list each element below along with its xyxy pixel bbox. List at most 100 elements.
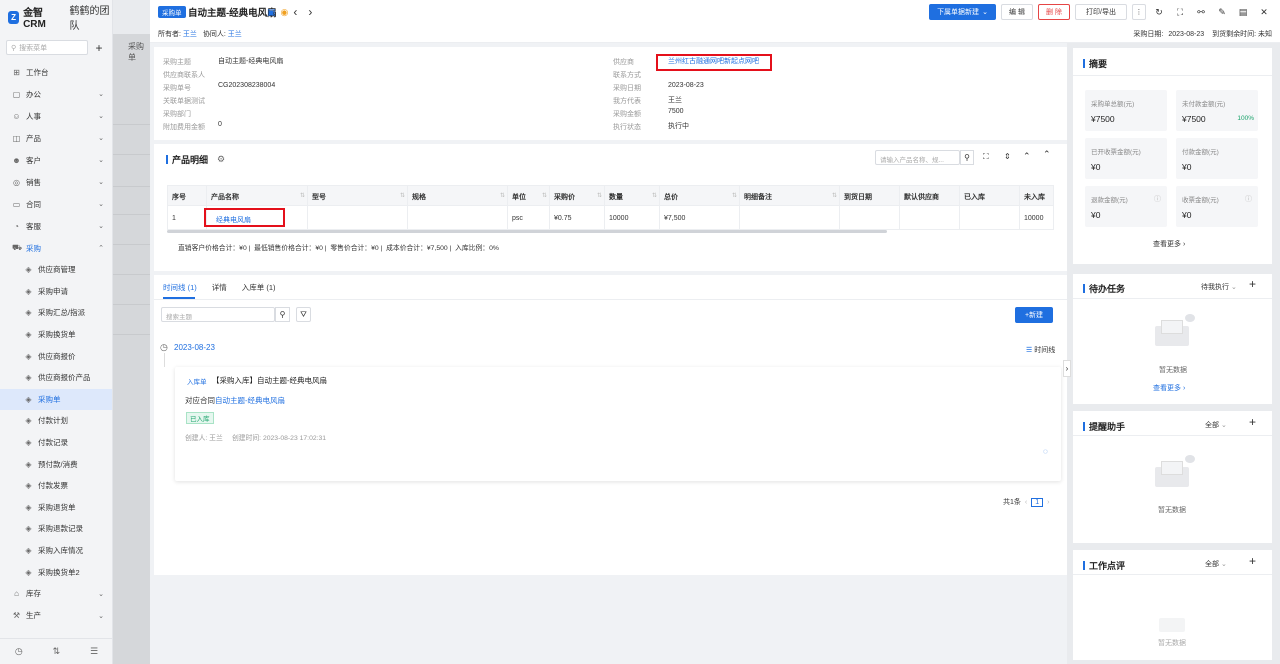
- submenu-item-9[interactable]: ◈ 预付款/消费: [0, 453, 112, 475]
- summary-more-link[interactable]: 查看更多 ›: [1153, 239, 1185, 249]
- sort-icon[interactable]: ⇅: [652, 192, 657, 199]
- refresh-icon[interactable]: ↻: [1151, 4, 1167, 20]
- column-header[interactable]: 总价: [664, 192, 678, 202]
- menu-item-4[interactable]: ☻ 客户 ⌄: [0, 149, 112, 171]
- helper-link[interactable]: 王兰: [228, 31, 242, 38]
- tab-0[interactable]: 时间线 (1): [163, 282, 197, 293]
- prev-icon[interactable]: ‹: [293, 5, 297, 19]
- timeline-search-button[interactable]: ⚲: [275, 307, 290, 322]
- print-export-button[interactable]: 打印/导出: [1075, 4, 1127, 20]
- owner-link[interactable]: 王兰: [183, 31, 197, 38]
- sort-icon[interactable]: ⇅: [732, 192, 737, 199]
- column-header[interactable]: 序号: [172, 192, 186, 202]
- add-review-button[interactable]: +: [1249, 554, 1256, 568]
- link-icon[interactable]: ⚯: [1193, 4, 1209, 20]
- doc-icon[interactable]: ▣: [267, 7, 276, 18]
- edit-layout-icon[interactable]: ✎: [1214, 4, 1230, 20]
- submenu-item-14[interactable]: ◈ 采购换货单2: [0, 561, 112, 583]
- column-header[interactable]: 产品名称: [211, 192, 239, 202]
- submenu-item-3[interactable]: ◈ 采购换货单: [0, 324, 112, 346]
- column-header[interactable]: 单位: [512, 192, 526, 202]
- sort-icon[interactable]: ⇕: [1004, 152, 1011, 161]
- submenu-item-1[interactable]: ◈ 采购申请: [0, 281, 112, 303]
- todo-more-link[interactable]: 查看更多 ›: [1153, 383, 1185, 393]
- add-todo-button[interactable]: +: [1249, 277, 1256, 291]
- menu-bottom-item-0[interactable]: ⌂ 库存 ⌄: [0, 583, 112, 605]
- collapse-side-icon[interactable]: ›: [1063, 360, 1071, 377]
- filter-icon[interactable]: ⛛: [296, 307, 311, 322]
- sort-icon[interactable]: ⇅: [542, 192, 547, 199]
- create-sub-button[interactable]: 下属单据新建 ⌄: [929, 4, 996, 20]
- menu-item-0[interactable]: ⊞ 工作台: [0, 61, 112, 83]
- column-header[interactable]: 型号: [312, 192, 326, 202]
- sort-icon[interactable]: ⇅: [500, 192, 505, 199]
- menu-search-input[interactable]: ⚲ 搜索菜单: [6, 40, 88, 55]
- column-header[interactable]: 采购价: [554, 192, 575, 202]
- new-button[interactable]: + 新建: [1015, 307, 1053, 323]
- menu-item-3[interactable]: ◫ 产品 ⌄: [0, 127, 112, 149]
- page-1[interactable]: 1: [1031, 497, 1044, 507]
- todo-filter[interactable]: 待我执行 ⌄: [1201, 282, 1237, 292]
- sort-icon[interactable]: ⇅: [300, 192, 305, 199]
- menu-item-2[interactable]: ☺ 人事 ⌄: [0, 105, 112, 127]
- search-button[interactable]: ⚲: [960, 150, 974, 165]
- close-icon[interactable]: ✕: [1256, 4, 1272, 20]
- column-header[interactable]: 规格: [412, 192, 426, 202]
- comment-icon[interactable]: ◌: [1043, 447, 1048, 456]
- more-icon[interactable]: ⋮: [1132, 4, 1146, 20]
- column-header[interactable]: 默认供应商: [904, 192, 939, 202]
- add-reminder-button[interactable]: +: [1249, 415, 1256, 429]
- column-header[interactable]: 到货日期: [844, 192, 872, 202]
- team-name[interactable]: 鹤鹤的团队: [69, 2, 112, 32]
- delete-button[interactable]: 删 除: [1038, 4, 1070, 20]
- menu-bottom-item-1[interactable]: ⚒ 生产 ⌄: [0, 605, 112, 627]
- submenu-item-10[interactable]: ◈ 付款发票: [0, 475, 112, 497]
- submenu-item-7[interactable]: ◈ 付款计划: [0, 410, 112, 432]
- horizontal-scrollbar[interactable]: [167, 230, 887, 233]
- submenu-item-12[interactable]: ◈ 采购退款记录: [0, 518, 112, 540]
- collapse-all-icon[interactable]: ⌃: [1043, 149, 1051, 160]
- review-filter[interactable]: 全部 ⌄: [1205, 559, 1227, 569]
- submenu-item-8[interactable]: ◈ 付款记录: [0, 432, 112, 454]
- menu-item-6[interactable]: ▭ 合同 ⌄: [0, 193, 112, 215]
- submenu-item-6[interactable]: ◈ 采购单: [0, 388, 112, 411]
- sort-icon[interactable]: ⇅: [400, 192, 405, 199]
- submenu-item-4[interactable]: ◈ 供应商报价: [0, 345, 112, 367]
- add-button[interactable]: +: [92, 40, 106, 55]
- contract-link[interactable]: 自动主题-经典电风扇: [215, 395, 285, 406]
- submenu-item-11[interactable]: ◈ 采购退货单: [0, 497, 112, 519]
- prev-page-icon[interactable]: ‹: [1025, 499, 1027, 506]
- timeline-search-input[interactable]: 搜索主题: [161, 307, 275, 322]
- next-icon[interactable]: ›: [308, 5, 312, 19]
- column-header[interactable]: 未入库: [1024, 192, 1045, 202]
- reminder-filter[interactable]: 全部 ⌄: [1205, 420, 1227, 430]
- submenu-item-2[interactable]: ◈ 采购汇总/指派: [0, 302, 112, 324]
- edit-button[interactable]: 编 辑: [1001, 4, 1033, 20]
- expand-icon[interactable]: ⛶: [983, 152, 989, 162]
- next-page-icon[interactable]: ›: [1047, 499, 1049, 506]
- timeline-item[interactable]: 入库单 【采购入库】自动主题-经典电风扇 对应合同 自动主题-经典电风扇 已入库…: [175, 367, 1061, 481]
- menu-item-5[interactable]: ◎ 销售 ⌄: [0, 171, 112, 193]
- menu-item-1[interactable]: ▢ 办公 ⌄: [0, 83, 112, 105]
- submenu-item-0[interactable]: ◈ 供应商管理: [0, 259, 112, 281]
- product-search-input[interactable]: 请输入产品名称、规...: [875, 150, 960, 165]
- collapse-up-icon[interactable]: ⌃: [1023, 151, 1031, 162]
- tab-1[interactable]: 详情: [212, 282, 227, 293]
- timeline-view-toggle[interactable]: ☰ 时间线: [1026, 345, 1055, 355]
- tab-2[interactable]: 入库单 (1): [242, 282, 276, 293]
- submenu-item-5[interactable]: ◈ 供应商报价产品: [0, 367, 112, 389]
- save-icon[interactable]: ▤: [1235, 4, 1251, 20]
- menu-item-8[interactable]: ⛟ 采购 ⌃: [0, 237, 112, 259]
- gear-icon[interactable]: ⚙: [217, 154, 225, 165]
- settings-list-icon[interactable]: ☰: [90, 646, 98, 657]
- column-header[interactable]: 数量: [609, 192, 623, 202]
- menu-item-7[interactable]: ◔ 客服 ⌄: [0, 215, 112, 237]
- submenu-item-13[interactable]: ◈ 采购入库情况: [0, 540, 112, 562]
- translate-icon[interactable]: ⇅: [53, 646, 61, 657]
- sort-icon[interactable]: ⇅: [832, 192, 837, 199]
- fullscreen-icon[interactable]: ⛶: [1172, 4, 1188, 20]
- history-icon[interactable]: ◷: [15, 646, 23, 657]
- sort-icon[interactable]: ⇅: [597, 192, 602, 199]
- column-header[interactable]: 已入库: [964, 192, 985, 202]
- column-header[interactable]: 明细备注: [744, 192, 772, 202]
